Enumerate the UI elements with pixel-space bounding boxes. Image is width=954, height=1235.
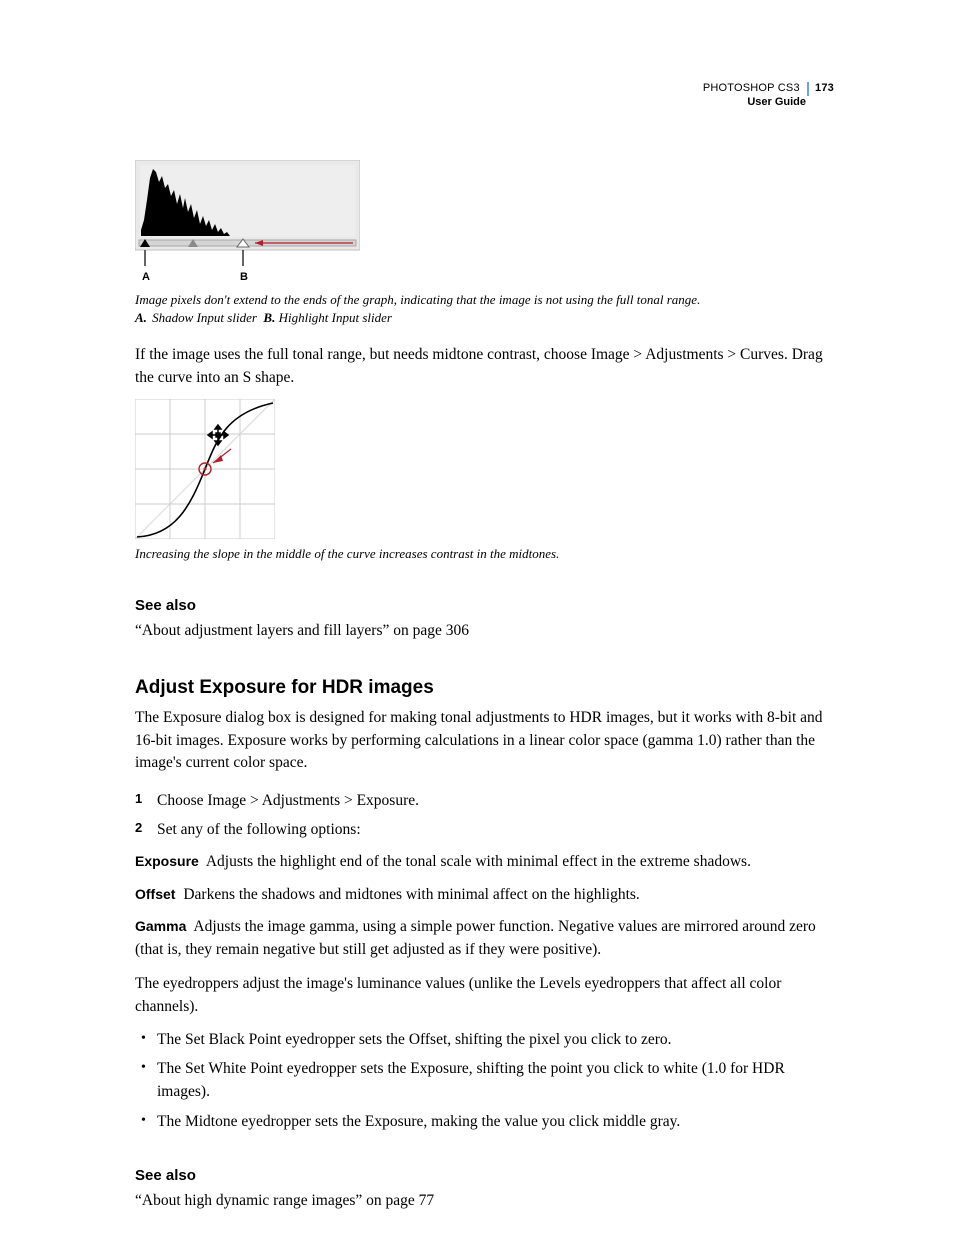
def-offset: Offset Darkens the shadows and midtones … (135, 884, 834, 906)
section-heading: Adjust Exposure for HDR images (135, 677, 834, 699)
step-number: 1 (135, 789, 142, 809)
content: A B Image pixels don't extend to the end… (135, 160, 834, 1212)
def-exposure: Exposure Adjusts the highlight end of th… (135, 851, 834, 873)
body-paragraph-2: The eyedroppers adjust the image's lumin… (135, 973, 834, 1018)
step-text: Choose Image > Adjustments > Exposure. (157, 792, 419, 809)
step-1: 1 Choose Image > Adjustments > Exposure. (135, 789, 834, 812)
see-also-xref-1: “About adjustment layers and fill layers… (135, 620, 834, 642)
bullet-list: The Set Black Point eyedropper sets the … (135, 1028, 834, 1133)
see-also-heading-2: See also (135, 1167, 834, 1184)
page-number: 173 (807, 82, 834, 96)
figure-curves: Increasing the slope in the middle of th… (135, 399, 834, 563)
term-exposure: Exposure (135, 853, 199, 869)
see-also-heading-1: See also (135, 597, 834, 614)
bullet-1: The Set Black Point eyedropper sets the … (135, 1028, 834, 1051)
callout-b: B (240, 271, 248, 283)
step-text: Set any of the following options: (157, 821, 361, 838)
figure-histogram: A B Image pixels don't extend to the end… (135, 160, 834, 326)
section-intro: The Exposure dialog box is designed for … (135, 707, 834, 774)
term-offset: Offset (135, 886, 175, 902)
def-exposure-text: Adjusts the highlight end of the tonal s… (206, 853, 751, 870)
product-name: PHOTOSHOP CS3 (703, 82, 800, 94)
page: PHOTOSHOP CS3 173 User Guide (0, 0, 954, 1235)
def-gamma: Gamma Adjusts the image gamma, using a s… (135, 916, 834, 961)
caption-b-text: Highlight Input slider (279, 310, 392, 325)
def-gamma-text: Adjusts the image gamma, using a simple … (135, 918, 816, 957)
figure-histogram-caption: Image pixels don't extend to the ends of… (135, 291, 834, 326)
guide-label: User Guide (703, 96, 834, 110)
running-header: PHOTOSHOP CS3 173 User Guide (703, 82, 834, 110)
see-also-xref-2: “About high dynamic range images” on pag… (135, 1190, 834, 1212)
curves-svg (135, 399, 275, 539)
bullet-2: The Set White Point eyedropper sets the … (135, 1057, 834, 1104)
figure-curves-caption: Increasing the slope in the middle of th… (135, 545, 834, 563)
caption-a-label: A. (135, 310, 147, 325)
histogram-svg: A B (135, 160, 360, 285)
def-offset-text: Darkens the shadows and midtones with mi… (183, 886, 639, 903)
step-number: 2 (135, 818, 142, 838)
bullet-3: The Midtone eyedropper sets the Exposure… (135, 1110, 834, 1133)
term-gamma: Gamma (135, 918, 186, 934)
body-paragraph-1: If the image uses the full tonal range, … (135, 344, 834, 389)
step-2: 2 Set any of the following options: (135, 818, 834, 841)
steps-list: 1 Choose Image > Adjustments > Exposure.… (135, 789, 834, 842)
caption-main: Image pixels don't extend to the ends of… (135, 292, 700, 307)
caption-a-text: Shadow Input slider (152, 310, 257, 325)
callout-a: A (142, 271, 150, 283)
caption-b-label: B. (263, 310, 275, 325)
